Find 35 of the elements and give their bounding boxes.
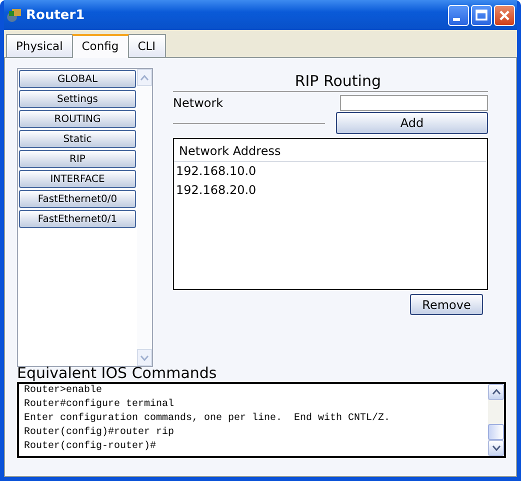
sidebar-item[interactable]: GLOBAL bbox=[19, 70, 136, 88]
scroll-down-icon[interactable] bbox=[492, 445, 500, 451]
minimize-icon bbox=[453, 18, 460, 20]
window-title: Router1 bbox=[26, 8, 86, 22]
network-field[interactable] bbox=[340, 95, 488, 111]
network-label: Network bbox=[173, 96, 224, 110]
sidebar-item[interactable]: FastEthernet0/0 bbox=[19, 190, 136, 208]
console-line: Enter configuration commands, one per line. End with CNTL/Z. bbox=[24, 412, 392, 426]
section-title: RIP Routing bbox=[173, 72, 488, 92]
remove-button[interactable]: Remove bbox=[410, 294, 483, 315]
console-line: Router(config-router)# bbox=[24, 440, 158, 454]
console-line: Router>enable bbox=[24, 384, 104, 398]
tab[interactable]: CLI bbox=[128, 34, 166, 57]
sidebar-item[interactable]: Static bbox=[19, 130, 136, 148]
scroll-up-icon[interactable] bbox=[492, 389, 500, 395]
tab[interactable]: Physical bbox=[6, 34, 73, 57]
column-header[interactable]: Network Address bbox=[174, 139, 486, 161]
tab[interactable]: Config bbox=[72, 34, 129, 58]
scrollbar[interactable] bbox=[488, 384, 504, 456]
add-button[interactable]: Add bbox=[336, 112, 488, 134]
router-icon bbox=[6, 7, 22, 23]
minimize-button[interactable] bbox=[448, 4, 469, 26]
table-row[interactable]: 192.168.20.0 bbox=[174, 181, 487, 200]
sidebar-item[interactable]: Settings bbox=[19, 90, 136, 108]
console-line: Router(config)#router rip bbox=[24, 426, 176, 440]
sidebar-item[interactable]: FastEthernet0/1 bbox=[19, 210, 136, 228]
section-title: Equivalent IOS Commands bbox=[17, 364, 218, 382]
scroll-thumb[interactable] bbox=[488, 424, 504, 440]
sidebar-item[interactable]: RIP bbox=[19, 150, 136, 168]
close-button[interactable] bbox=[494, 4, 515, 26]
console-line: Router#configure terminal bbox=[24, 398, 176, 412]
sidebar-item[interactable]: INTERFACE bbox=[19, 170, 136, 188]
table-row[interactable]: 192.168.10.0 bbox=[174, 162, 487, 181]
sidebar-item[interactable]: ROUTING bbox=[19, 110, 136, 128]
maximize-button[interactable] bbox=[471, 4, 492, 26]
